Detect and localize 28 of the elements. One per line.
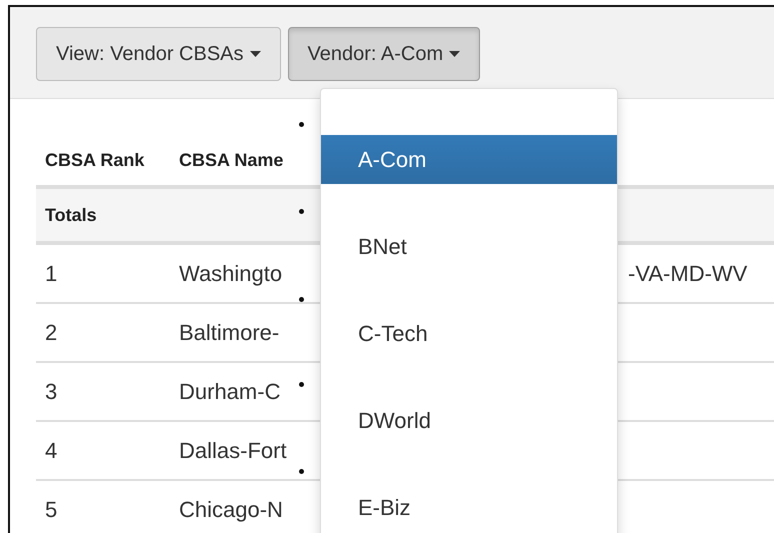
table-cell-text: 3 xyxy=(44,378,58,404)
menu-item[interactable]: C-Tech xyxy=(321,309,617,358)
table-cell-text: 1 xyxy=(44,260,58,286)
bullet-dot xyxy=(299,122,304,127)
menu-item[interactable]: BNet xyxy=(321,222,617,271)
bullet-dot xyxy=(299,469,304,474)
column-header: CBSA Name xyxy=(179,150,284,171)
table-cell: -VA-MD-WV xyxy=(628,260,748,286)
menu-item[interactable]: A-Com xyxy=(321,135,617,184)
caret-icon xyxy=(250,51,261,57)
table-cell-text: 5 xyxy=(44,496,58,522)
table-cell-text: 2 xyxy=(44,320,58,346)
bullet-dot xyxy=(299,297,304,302)
dropdown-button[interactable]: View: Vendor CBSAs xyxy=(36,27,281,81)
bullet-dot xyxy=(299,209,304,214)
table-cell: Dallas-Fort xyxy=(179,438,287,464)
dropdown-button[interactable]: Vendor: A-Com xyxy=(288,27,480,81)
totals-label: Totals xyxy=(44,204,97,226)
bullet-dot xyxy=(299,382,304,387)
table-cell: Washingto xyxy=(179,260,282,286)
column-header: CBSA Rank xyxy=(44,150,144,171)
menu-item[interactable]: DWorld xyxy=(321,396,617,445)
table-cell-text: 4 xyxy=(44,438,58,464)
menu-item[interactable]: E-Biz xyxy=(321,483,617,532)
table-cell: Chicago-N xyxy=(179,496,283,522)
table-cell: Baltimore- xyxy=(179,320,280,346)
table-cell: Durham-C xyxy=(179,378,280,404)
caret-icon xyxy=(449,51,460,57)
